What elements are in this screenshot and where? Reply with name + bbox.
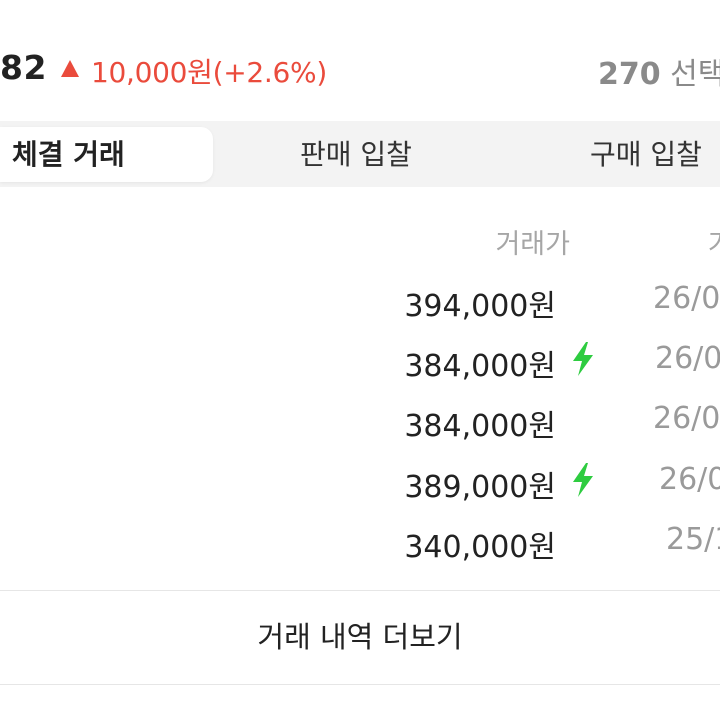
table-row: 340,000원 25/1 — [0, 522, 720, 582]
selection-count: 270 — [598, 57, 661, 92]
tab-sell-bids[interactable]: 판매 입찰 — [300, 127, 412, 182]
selection-label: 선택 — [670, 57, 720, 92]
lightning-bolt-icon — [573, 342, 593, 376]
trade-price: 394,000원 — [404, 289, 556, 324]
column-header-price: 거래가 — [495, 229, 570, 260]
trade-price: 340,000원 — [404, 530, 556, 565]
price-header: 82 10,000원(+2.6%) 270 선택 — [0, 0, 720, 120]
current-price: 82 — [0, 48, 47, 87]
trade-date: 26/0 — [653, 401, 720, 436]
price-change: 10,000원(+2.6%) — [91, 56, 327, 89]
tab-completed-trades[interactable]: 체결 거래 — [0, 127, 213, 182]
lightning-bolt-icon — [573, 463, 593, 497]
trade-tabs: 체결 거래 판매 입찰 구매 입찰 — [0, 121, 720, 187]
up-triangle-icon — [61, 60, 79, 77]
selection-info: 270 선택 — [598, 49, 720, 93]
tab-buy-bids[interactable]: 구매 입찰 — [590, 127, 702, 182]
table-row: 389,000원 26/0 — [0, 462, 720, 522]
table-row: 394,000원 26/0 — [0, 281, 720, 341]
table-row: 384,000원 26/0 — [0, 341, 720, 401]
trade-date: 25/1 — [666, 522, 720, 557]
trade-price: 384,000원 — [404, 349, 556, 384]
trade-date: 26/0 — [655, 341, 720, 376]
trade-date: 26/0 — [659, 462, 720, 497]
column-header-date: 거 — [708, 222, 720, 261]
view-more-history-button[interactable]: 거래 내역 더보기 — [0, 591, 720, 684]
trade-price: 389,000원 — [404, 470, 556, 505]
table-row: 384,000원 26/0 — [0, 401, 720, 461]
trade-date: 26/0 — [653, 281, 720, 316]
trade-price: 384,000원 — [404, 409, 556, 444]
divider — [0, 684, 720, 685]
